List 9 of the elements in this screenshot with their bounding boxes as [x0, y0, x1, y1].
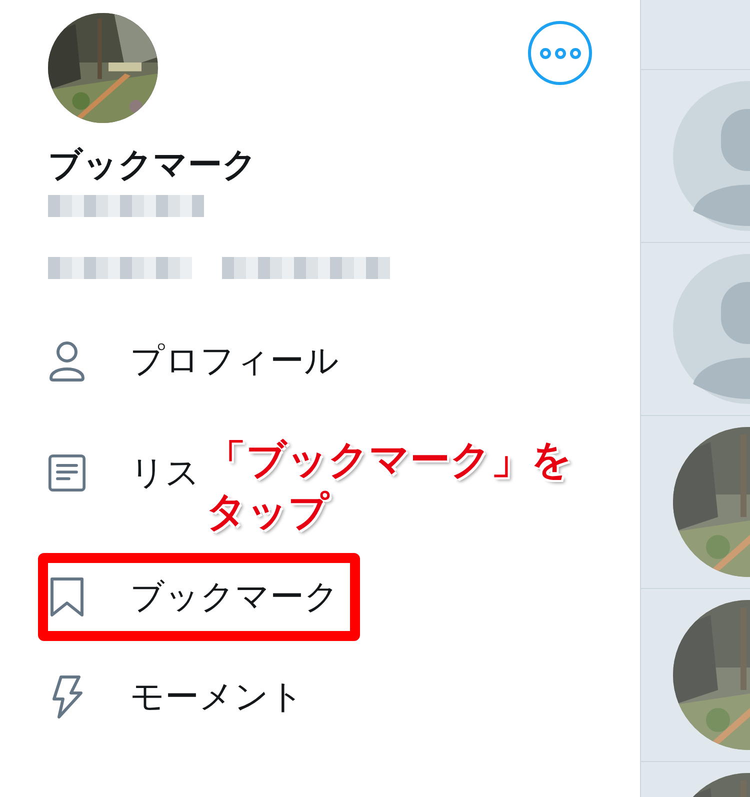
bookmark-icon: [49, 576, 85, 618]
person-icon: [48, 340, 86, 382]
menu-item[interactable]: プロフィール: [38, 331, 349, 391]
profile-name: ブックマーク: [48, 145, 257, 186]
document-icon: [48, 453, 86, 493]
menu-item[interactable]: モーメント: [38, 667, 314, 727]
menu-item[interactable]: ブックマーク: [38, 553, 360, 641]
more-button[interactable]: [528, 21, 592, 85]
lightning-icon: [51, 675, 83, 719]
